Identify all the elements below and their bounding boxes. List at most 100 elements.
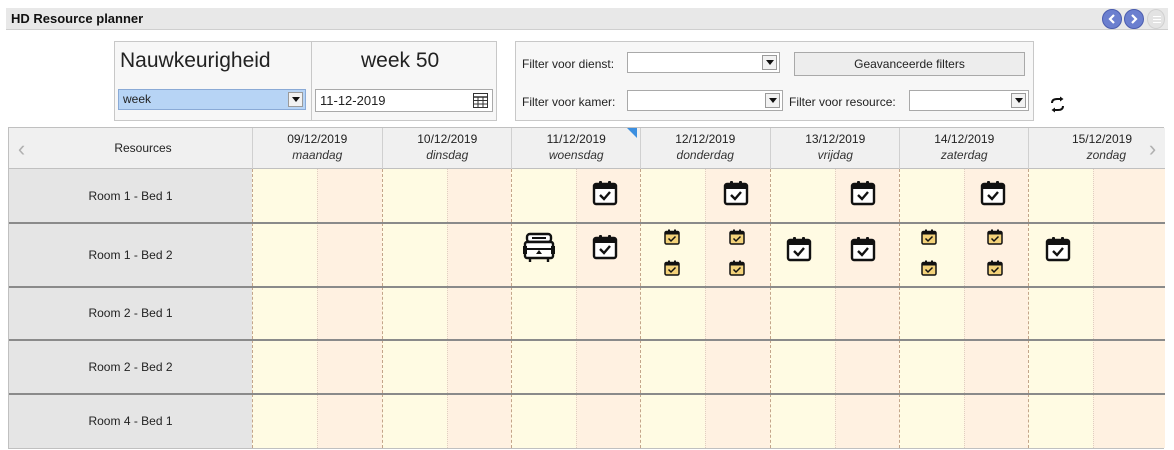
time-slot-am[interactable]	[899, 394, 964, 448]
time-slot-pm[interactable]	[704, 340, 770, 393]
scroll-right-button[interactable]: ›	[1140, 128, 1165, 169]
date-input[interactable]: 11-12-2019	[315, 89, 493, 112]
time-slot-am[interactable]	[252, 287, 317, 339]
time-slot-am[interactable]	[252, 169, 317, 222]
time-slot-am[interactable]	[382, 223, 447, 286]
chevron-down-icon[interactable]	[762, 55, 777, 70]
time-slot-am[interactable]	[511, 287, 576, 339]
day-header[interactable]: 10/12/2019 dinsdag	[382, 128, 512, 169]
time-slot-pm[interactable]	[1092, 340, 1165, 393]
dialysis-machine-icon[interactable]	[522, 231, 556, 270]
day-header[interactable]: 12/12/2019 donderdag	[640, 128, 770, 169]
calendar-check-icon[interactable]	[723, 180, 749, 211]
day-header[interactable]: 13/12/2019 vrijdag	[770, 128, 900, 169]
time-slot-am[interactable]	[382, 287, 447, 339]
calendar-check-small-icon[interactable]	[987, 260, 1003, 281]
time-slot-am[interactable]	[382, 169, 447, 222]
time-slot-pm[interactable]	[575, 287, 641, 339]
time-slot-am[interactable]	[899, 169, 964, 222]
calendar-check-icon[interactable]	[592, 234, 618, 265]
calendar-check-small-icon[interactable]	[664, 260, 680, 281]
calendar-check-small-icon[interactable]	[729, 229, 745, 250]
time-slot-am[interactable]	[511, 340, 576, 393]
time-slot-pm[interactable]	[316, 340, 382, 393]
chevron-down-icon[interactable]	[765, 93, 780, 108]
time-slot-am[interactable]	[382, 394, 447, 448]
nav-next-button[interactable]	[1124, 9, 1144, 29]
time-slot-am[interactable]	[1028, 287, 1093, 339]
time-slot-pm[interactable]	[704, 394, 770, 448]
time-slot-am[interactable]	[640, 169, 705, 222]
filter-resource-select[interactable]	[909, 90, 1029, 111]
time-slot-am[interactable]	[252, 340, 317, 393]
calendar-check-small-icon[interactable]	[729, 260, 745, 281]
day-separator	[899, 169, 900, 222]
time-slot-am[interactable]	[770, 169, 835, 222]
calendar-check-small-icon[interactable]	[987, 229, 1003, 250]
day-separator	[770, 340, 771, 393]
calendar-check-small-icon[interactable]	[921, 229, 937, 250]
time-slot-pm[interactable]	[446, 394, 512, 448]
time-slot-am[interactable]	[1028, 394, 1093, 448]
time-slot-pm[interactable]	[704, 287, 770, 339]
time-slot-am[interactable]	[770, 287, 835, 339]
calendar-icon[interactable]	[473, 93, 488, 108]
time-slot-pm[interactable]	[446, 223, 512, 286]
calendar-check-small-icon[interactable]	[664, 229, 680, 250]
time-slot-pm[interactable]	[316, 287, 382, 339]
menu-button[interactable]	[1147, 9, 1165, 29]
day-header[interactable]: 11/12/2019 woensdag	[511, 128, 641, 169]
day-header[interactable]: 09/12/2019 maandag	[252, 128, 382, 169]
advanced-filters-button[interactable]: Geavanceerde filters	[794, 52, 1025, 76]
time-slot-pm[interactable]	[1092, 394, 1165, 448]
time-slot-am[interactable]	[252, 394, 317, 448]
time-slot-pm[interactable]	[446, 169, 512, 222]
scroll-left-button[interactable]: ‹	[9, 128, 34, 169]
time-slot-am[interactable]	[770, 340, 835, 393]
time-slot-pm[interactable]	[316, 169, 382, 222]
calendar-check-icon[interactable]	[850, 180, 876, 211]
time-slot-pm[interactable]	[446, 340, 512, 393]
filter-dienst-select[interactable]	[627, 52, 780, 73]
filter-kamer-select[interactable]	[627, 90, 783, 111]
nav-prev-button[interactable]	[1102, 9, 1122, 29]
chevron-down-icon[interactable]	[288, 92, 303, 107]
precision-select[interactable]: week	[118, 89, 306, 110]
time-slot-am[interactable]	[640, 287, 705, 339]
day-header[interactable]: 14/12/2019 zaterdag	[899, 128, 1029, 169]
day-header[interactable]: 15/12/2019 zondag	[1028, 128, 1140, 169]
time-slot-pm[interactable]	[834, 287, 900, 339]
time-slot-am[interactable]	[899, 340, 964, 393]
time-slot-pm[interactable]	[963, 394, 1029, 448]
time-slot-am[interactable]	[511, 169, 576, 222]
time-slot-am[interactable]	[899, 287, 964, 339]
time-slot-am[interactable]	[511, 394, 576, 448]
chevron-down-icon[interactable]	[1011, 93, 1026, 108]
time-slot-pm[interactable]	[963, 287, 1029, 339]
time-slot-pm[interactable]	[1092, 169, 1165, 222]
refresh-icon[interactable]	[1049, 96, 1066, 113]
calendar-check-icon[interactable]	[1045, 236, 1071, 267]
time-slot-pm[interactable]	[316, 223, 382, 286]
time-slot-pm[interactable]	[316, 394, 382, 448]
calendar-check-icon[interactable]	[592, 180, 618, 211]
time-slot-am[interactable]	[1028, 169, 1093, 222]
time-slot-pm[interactable]	[1092, 223, 1165, 286]
calendar-check-icon[interactable]	[980, 180, 1006, 211]
time-slot-pm[interactable]	[575, 394, 641, 448]
time-slot-pm[interactable]	[963, 340, 1029, 393]
calendar-check-icon[interactable]	[786, 236, 812, 267]
time-slot-am[interactable]	[640, 340, 705, 393]
time-slot-am[interactable]	[640, 394, 705, 448]
calendar-check-icon[interactable]	[850, 236, 876, 267]
time-slot-pm[interactable]	[446, 287, 512, 339]
time-slot-pm[interactable]	[1092, 287, 1165, 339]
time-slot-pm[interactable]	[834, 340, 900, 393]
time-slot-am[interactable]	[770, 394, 835, 448]
time-slot-pm[interactable]	[575, 340, 641, 393]
time-slot-pm[interactable]	[834, 394, 900, 448]
time-slot-am[interactable]	[1028, 340, 1093, 393]
calendar-check-small-icon[interactable]	[921, 260, 937, 281]
time-slot-am[interactable]	[382, 340, 447, 393]
time-slot-am[interactable]	[252, 223, 317, 286]
